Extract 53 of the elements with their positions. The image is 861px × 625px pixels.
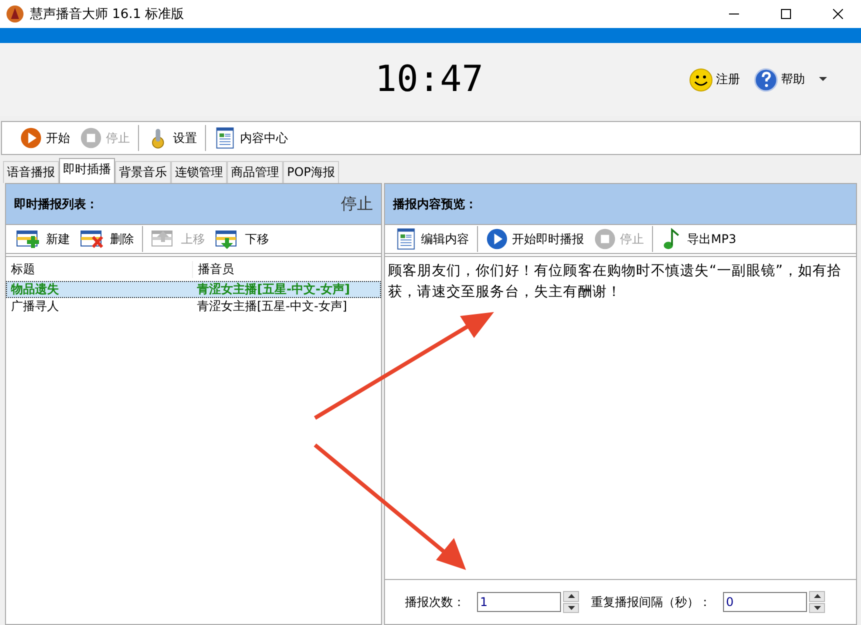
status-text: 停止 (341, 194, 373, 214)
toolbar-button[interactable]: 新建 (14, 226, 72, 252)
add-row-icon (16, 228, 42, 250)
header-link[interactable]: 帮助 (754, 68, 805, 92)
table-cell-text: 青涩女主播[五星-中文-女声] (196, 281, 351, 298)
spin-up-button[interactable] (809, 591, 825, 602)
app-logo-icon (6, 5, 24, 23)
toolbar-button[interactable]: 开始即时播报 (484, 226, 586, 252)
stop-icon (80, 127, 102, 149)
toolbar-button[interactable]: 编辑内容 (393, 226, 471, 252)
tab[interactable]: 商品管理 (227, 161, 283, 183)
play-icon (486, 228, 508, 250)
toolbar-button[interactable]: 下移 (213, 226, 271, 252)
caret-down-icon (814, 606, 820, 610)
table-cell-text: 广播寻人 (10, 298, 60, 315)
table-cell-text: 物品遗失 (10, 281, 60, 298)
table-row[interactable]: 广播寻人 青涩女主播[五星-中文-女声] (6, 298, 381, 315)
tab[interactable]: 连锁管理 (171, 161, 227, 183)
spin-down-button[interactable] (809, 602, 825, 613)
toolbar-button[interactable]: 设置 (145, 125, 199, 151)
spin-up-button[interactable] (563, 591, 579, 602)
toolbar-button[interactable]: 开始 (18, 125, 72, 151)
clock: 10:47 (375, 59, 484, 100)
play-icon (20, 127, 42, 149)
document-icon (214, 127, 236, 149)
tab[interactable]: POP海报 (283, 161, 339, 183)
panel-title: 播报内容预览： (393, 196, 477, 212)
column-header[interactable]: 播音员 (192, 260, 381, 278)
close-icon[interactable] (833, 9, 843, 19)
toolbar-button[interactable]: 删除 (78, 226, 136, 252)
number-field[interactable]: 1 (477, 592, 561, 612)
window-title: 慧声播音大师 16.1 标准版 (30, 6, 186, 23)
column-header[interactable]: 标题 (6, 260, 192, 278)
spin-down-button[interactable] (563, 602, 579, 613)
dropdown-caret-icon[interactable] (819, 77, 827, 82)
delete-row-icon (80, 228, 106, 250)
stop-icon (594, 228, 616, 250)
maximize-icon[interactable] (781, 9, 791, 19)
toolbar-button[interactable]: 内容中心 (212, 125, 290, 151)
caret-up-icon (568, 594, 574, 598)
toolbar-button[interactable]: 导出MP3 (659, 226, 738, 252)
header-link[interactable]: 注册 (689, 68, 740, 92)
tab[interactable]: 背景音乐 (115, 161, 171, 183)
panel-title: 即时播报列表： (14, 196, 98, 212)
table-cell-text: 青涩女主播[五星-中文-女声] (196, 298, 348, 315)
field-label: 重复播报间隔（秒）： (591, 594, 711, 610)
field-label: 播报次数： (405, 594, 465, 610)
caret-up-icon (814, 594, 820, 598)
tab[interactable]: 语音播报 (3, 161, 59, 183)
document-icon (395, 228, 417, 250)
caret-down-icon (568, 606, 574, 610)
tab[interactable]: 即时插播 (59, 158, 115, 183)
number-field[interactable]: 0 (723, 592, 807, 612)
